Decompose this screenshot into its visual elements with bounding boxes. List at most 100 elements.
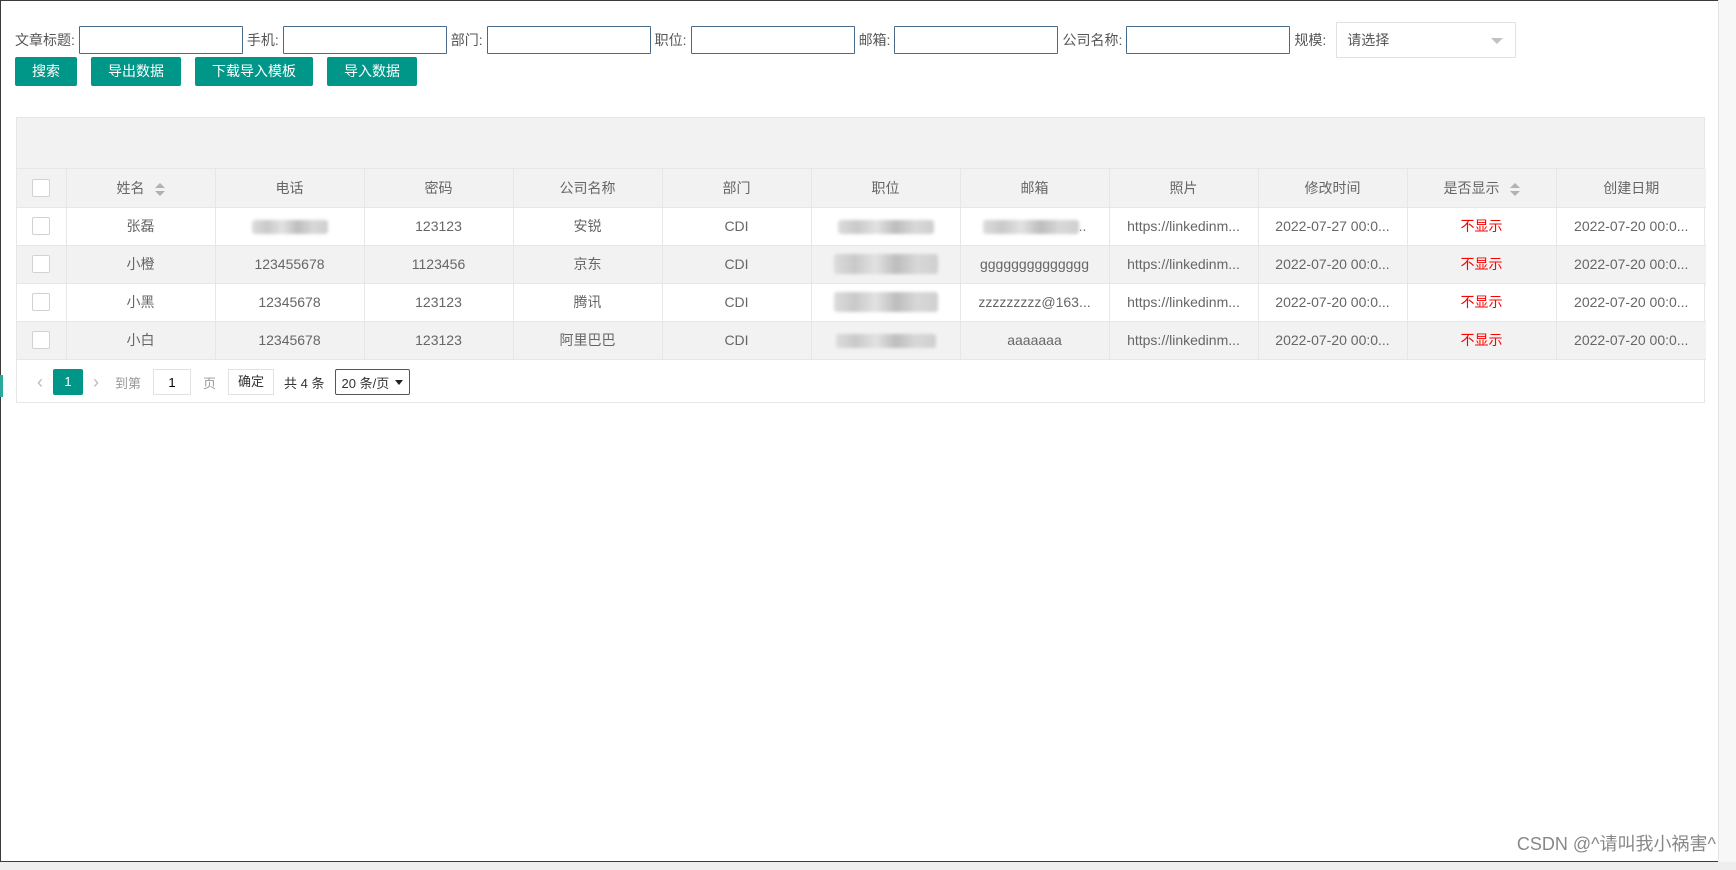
dept-input[interactable]: [486, 26, 651, 54]
blurred-value: [837, 220, 934, 235]
cell-created: 2022-07-20 00:0...: [1556, 321, 1706, 360]
cell-created: 2022-07-20 00:0...: [1556, 207, 1706, 246]
chevron-left-icon[interactable]: ‹: [27, 372, 53, 393]
cell-name: 小白: [66, 321, 216, 360]
cell-photo: https://linkedinm...: [1109, 321, 1259, 360]
confirm-page-button[interactable]: 确定: [228, 369, 275, 395]
scale-select-placeholder: 请选择: [1347, 32, 1390, 48]
cell-show: 不显示: [1407, 245, 1557, 284]
cell-show: 不显示: [1407, 283, 1557, 322]
page-number-input[interactable]: [153, 369, 192, 395]
filter-label-scale: 规模:: [1294, 32, 1327, 48]
import-button[interactable]: 导入数据: [327, 57, 417, 86]
cell-phone: 12345678: [215, 283, 365, 322]
cell-modified: 2022-07-20 00:0...: [1258, 245, 1408, 284]
row-checkbox[interactable]: [32, 331, 51, 350]
title-input[interactable]: [78, 26, 243, 54]
filter-label-phone: 手机:: [246, 32, 279, 48]
goto-label: 到第: [115, 375, 142, 391]
cell-password: 123123: [364, 321, 514, 360]
select-all-cell: [17, 169, 67, 208]
cell-company: 阿里巴巴: [513, 321, 663, 360]
chevron-down-icon: [395, 379, 404, 385]
table-row[interactable]: 小橙 123455678 1123456 京东 CDI gggggggggggg…: [17, 245, 1706, 284]
cell-dept: CDI: [662, 245, 812, 284]
phone-input[interactable]: [282, 26, 447, 54]
filter-row: 文章标题: 手机: 部门: 职位: 邮箱: 公司名称: 规模: 请选择: [15, 22, 1517, 58]
cell-photo: https://linkedinm...: [1109, 283, 1259, 322]
side-accent-marker: [0, 375, 3, 397]
total-count: 共 4 条: [284, 375, 325, 391]
window-edge: [1718, 0, 1736, 870]
row-select-cell: [17, 321, 67, 360]
row-checkbox[interactable]: [32, 217, 51, 236]
cell-position: [811, 245, 961, 284]
filter-label-position: 职位:: [654, 32, 687, 48]
row-checkbox[interactable]: [32, 293, 51, 312]
page-size-value: 20 条/页: [341, 375, 390, 391]
table-row[interactable]: 小白 12345678 123123 阿里巴巴 CDI aaaaaaa http…: [17, 321, 1706, 360]
action-buttons: 搜索 导出数据 下载导入模板 导入数据: [15, 57, 431, 86]
cell-name: 张磊: [66, 207, 216, 246]
chevron-right-icon[interactable]: ›: [83, 372, 109, 393]
blurred-value: [251, 220, 328, 235]
cell-name: 小橙: [66, 245, 216, 284]
filter-label-company: 公司名称:: [1062, 32, 1123, 48]
blurred-value: [835, 334, 936, 349]
cell-show: 不显示: [1407, 207, 1557, 246]
filter-label-email: 邮箱:: [858, 32, 891, 48]
current-page-button[interactable]: 1: [53, 369, 83, 395]
row-checkbox[interactable]: [32, 255, 51, 274]
blurred-value: [982, 220, 1079, 235]
cell-password: 1123456: [364, 245, 514, 284]
download-template-button[interactable]: 下载导入模板: [195, 57, 313, 86]
scale-select[interactable]: 请选择: [1336, 22, 1517, 58]
blurred-value: [833, 254, 938, 274]
cell-modified: 2022-07-27 00:0...: [1258, 207, 1408, 246]
column-header-email: 邮箱: [960, 169, 1110, 208]
table-toolbar: [17, 118, 1704, 169]
column-header-password: 密码: [364, 169, 514, 208]
cell-position: [811, 321, 961, 360]
email-input[interactable]: [894, 26, 1059, 54]
cell-phone: 123455678: [215, 245, 365, 284]
cell-dept: CDI: [662, 207, 812, 246]
cell-email: aaaaaaa: [960, 321, 1110, 360]
column-header-company: 公司名称: [513, 169, 663, 208]
cell-photo: https://linkedinm...: [1109, 207, 1259, 246]
cell-email: ..: [960, 207, 1110, 246]
search-button[interactable]: 搜索: [15, 57, 77, 86]
select-all-checkbox[interactable]: [32, 178, 51, 197]
page-size-select[interactable]: 20 条/页: [334, 369, 411, 395]
column-header-modified: 修改时间: [1258, 169, 1408, 208]
export-button[interactable]: 导出数据: [91, 57, 181, 86]
cell-phone: [215, 207, 365, 246]
cell-position: [811, 283, 961, 322]
row-select-cell: [17, 207, 67, 246]
cell-email: gggggggggggggg: [960, 245, 1110, 284]
column-header-position: 职位: [811, 169, 961, 208]
company-input[interactable]: [1126, 26, 1291, 54]
cell-password: 123123: [364, 207, 514, 246]
cell-created: 2022-07-20 00:0...: [1556, 245, 1706, 284]
sort-icon[interactable]: [154, 182, 165, 196]
cell-company: 腾讯: [513, 283, 663, 322]
cell-show: 不显示: [1407, 321, 1557, 360]
column-header-created: 创建日期: [1556, 169, 1706, 208]
cell-name: 小黑: [66, 283, 216, 322]
cell-modified: 2022-07-20 00:0...: [1258, 321, 1408, 360]
bottom-bar: [0, 862, 1736, 870]
cell-email: zzzzzzzzz@163...: [960, 283, 1110, 322]
column-header-phone: 电话: [215, 169, 365, 208]
sort-icon[interactable]: [1509, 182, 1520, 196]
table-row[interactable]: 张磊 123123 安锐 CDI .. https://linkedinm...…: [17, 207, 1706, 246]
table-row[interactable]: 小黑 12345678 123123 腾讯 CDI zzzzzzzzz@163.…: [17, 283, 1706, 322]
cell-company: 京东: [513, 245, 663, 284]
position-input[interactable]: [690, 26, 855, 54]
cell-company: 安锐: [513, 207, 663, 246]
blurred-value: [833, 292, 938, 312]
column-header-name[interactable]: 姓名: [66, 169, 216, 208]
column-header-show[interactable]: 是否显示: [1407, 169, 1557, 208]
filter-label-title: 文章标题:: [15, 32, 75, 48]
cell-photo: https://linkedinm...: [1109, 245, 1259, 284]
